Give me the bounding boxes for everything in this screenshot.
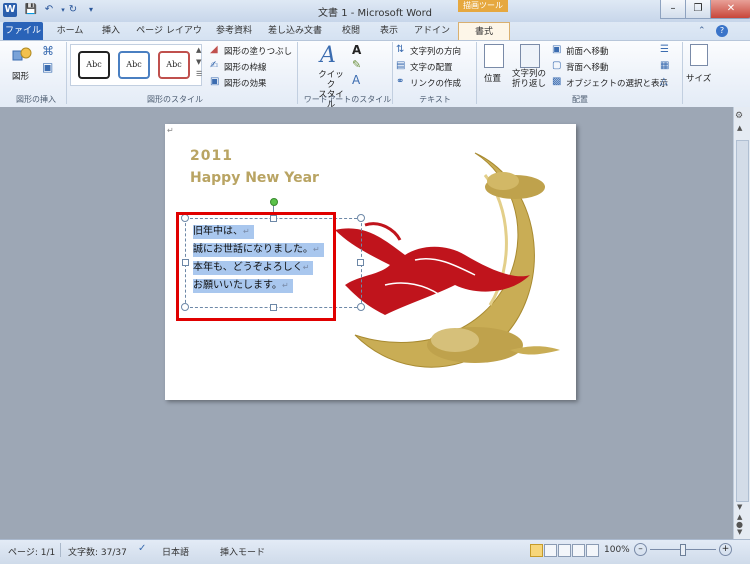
text-direction-button[interactable]: 文字列の方向 (410, 45, 461, 57)
divider (392, 42, 393, 104)
minimize-button[interactable]: – (660, 0, 686, 19)
zoom-slider-thumb[interactable] (680, 544, 686, 556)
group-objects-icon[interactable]: ▦ (660, 60, 669, 71)
full-screen-reading-icon[interactable] (544, 544, 557, 557)
bring-forward-icon: ▣ (552, 44, 562, 55)
position-button[interactable]: 位置 (484, 72, 501, 84)
web-layout-icon[interactable] (558, 544, 571, 557)
insert-mode[interactable]: 挿入モード (220, 545, 265, 558)
next-page-icon[interactable]: ▼ (737, 528, 742, 536)
gallery-down-icon[interactable]: ▼ (196, 58, 201, 66)
card-greeting: Happy New Year (190, 170, 319, 186)
shape-outline-button[interactable]: 図形の枠線 (224, 61, 267, 73)
tab-references[interactable]: 参考資料 (210, 22, 258, 40)
align-icon[interactable]: ☰ (660, 44, 669, 55)
shape-outline-icon: ✍ (210, 60, 219, 71)
shape-style-1[interactable]: Abc (78, 51, 110, 79)
language[interactable]: 日本語 (162, 545, 189, 558)
divider (66, 42, 67, 104)
minimize-icon: – (670, 3, 676, 14)
group-label-text: テキスト (419, 95, 451, 104)
print-layout-icon[interactable] (530, 544, 543, 557)
wrap-text-icon[interactable] (520, 44, 540, 68)
divider (60, 543, 61, 557)
shape-style-2[interactable]: Abc (118, 51, 150, 79)
zoom-out-icon[interactable]: – (634, 543, 647, 556)
outline-view-icon[interactable] (572, 544, 585, 557)
divider (476, 42, 477, 104)
create-link-icon: ⚭ (396, 76, 405, 87)
text-fill-icon[interactable]: A (352, 43, 361, 57)
shapes-icon[interactable] (12, 45, 32, 65)
selection-pane-icon: ▩ (552, 76, 562, 87)
shape-style-3[interactable]: Abc (158, 51, 190, 79)
zoom-level[interactable]: 100% (604, 545, 630, 555)
draft-view-icon[interactable] (586, 544, 599, 557)
text-align-button[interactable]: 文字の配置 (410, 61, 453, 73)
page-indicator[interactable]: ページ: 1/1 (8, 545, 55, 558)
resize-handle-bottom-right[interactable] (357, 303, 365, 311)
resize-handle-right[interactable] (357, 259, 364, 266)
window-title: 文書 1 - Microsoft Word (318, 8, 432, 19)
shape-fill-icon: ◢ (210, 44, 218, 55)
scroll-down-icon[interactable]: ▼ (737, 503, 742, 511)
proofing-icon[interactable]: ✓ (138, 543, 146, 554)
position-icon[interactable] (484, 44, 504, 68)
drawing-tools-context-header: 描画ツール (458, 0, 508, 12)
scroll-up-icon[interactable]: ▲ (737, 124, 742, 132)
rotation-handle[interactable] (270, 198, 278, 206)
group-label-insert-shapes: 図形の挿入 (16, 95, 56, 104)
word-count[interactable]: 文字数: 37/37 (68, 545, 127, 558)
wrap-text-button[interactable]: 文字列の 折り返し (510, 69, 548, 89)
tab-home[interactable]: ホーム (52, 22, 88, 40)
resize-handle-top-right[interactable] (357, 214, 365, 222)
shape-fill-button[interactable]: 図形の塗りつぶし (224, 45, 292, 57)
group-label-arrange: 配置 (572, 95, 588, 104)
restore-button[interactable]: ❐ (685, 0, 711, 19)
tab-mailings[interactable]: 差し込み文書 (264, 22, 326, 40)
text-effects-icon[interactable]: A (352, 73, 360, 87)
divider (682, 42, 683, 104)
text-outline-icon[interactable]: ✎ (352, 58, 361, 71)
send-backward-icon: ▢ (552, 60, 562, 71)
size-button[interactable]: サイズ (686, 72, 711, 84)
gallery-up-icon[interactable]: ▲ (196, 46, 201, 54)
group-label-wordart: ワードアートのスタイル (303, 95, 392, 104)
tab-view[interactable]: 表示 (374, 22, 404, 40)
tab-review[interactable]: 校閲 (336, 22, 366, 40)
restore-icon: ❐ (693, 3, 703, 14)
paragraph-mark-icon: ↵ (167, 126, 174, 135)
shape-effects-button[interactable]: 図形の効果 (224, 77, 267, 89)
bring-forward-button[interactable]: 前面へ移動 (566, 45, 609, 57)
help-icon[interactable]: ? (716, 25, 728, 37)
tab-insert[interactable]: 挿入 (96, 22, 126, 40)
text-box-icon[interactable]: ▣ (42, 60, 53, 74)
wordart-quick-style-icon[interactable]: A (320, 43, 336, 68)
tab-page-layout[interactable]: ページ レイアウト (134, 22, 204, 54)
shape-effects-icon: ▣ (210, 76, 220, 87)
minimize-ribbon-icon[interactable]: ⌃ (698, 26, 706, 36)
shapes-button[interactable]: 図形 (12, 70, 29, 82)
tab-file[interactable]: ファイル (3, 22, 43, 40)
edit-shape-icon[interactable]: ⌘ (42, 44, 54, 58)
scroll-thumb[interactable] (736, 140, 749, 502)
tab-format[interactable]: 書式 (458, 22, 510, 41)
zoom-in-icon[interactable]: + (719, 543, 732, 556)
highlight-annotation-box (176, 212, 336, 321)
ruler-toggle-icon[interactable]: ⚙ (735, 111, 743, 121)
size-icon[interactable] (690, 44, 708, 66)
close-icon: ✕ (726, 3, 736, 14)
card-year: 2011 (190, 148, 233, 164)
send-backward-button[interactable]: 背面へ移動 (566, 61, 609, 73)
text-align-icon: ▤ (396, 60, 406, 71)
close-button[interactable]: ✕ (710, 0, 750, 19)
selection-pane-button[interactable]: オブジェクトの選択と表示 (566, 77, 668, 89)
create-link-button[interactable]: リンクの作成 (410, 77, 461, 89)
rotate-icon[interactable]: △ (660, 76, 668, 87)
divider (297, 42, 298, 104)
tab-addins[interactable]: アドイン (412, 22, 452, 40)
gallery-more-icon[interactable]: ☰ (196, 70, 202, 78)
text-direction-icon: ⇅ (396, 44, 405, 55)
group-label-shape-styles: 図形のスタイル (147, 95, 203, 104)
